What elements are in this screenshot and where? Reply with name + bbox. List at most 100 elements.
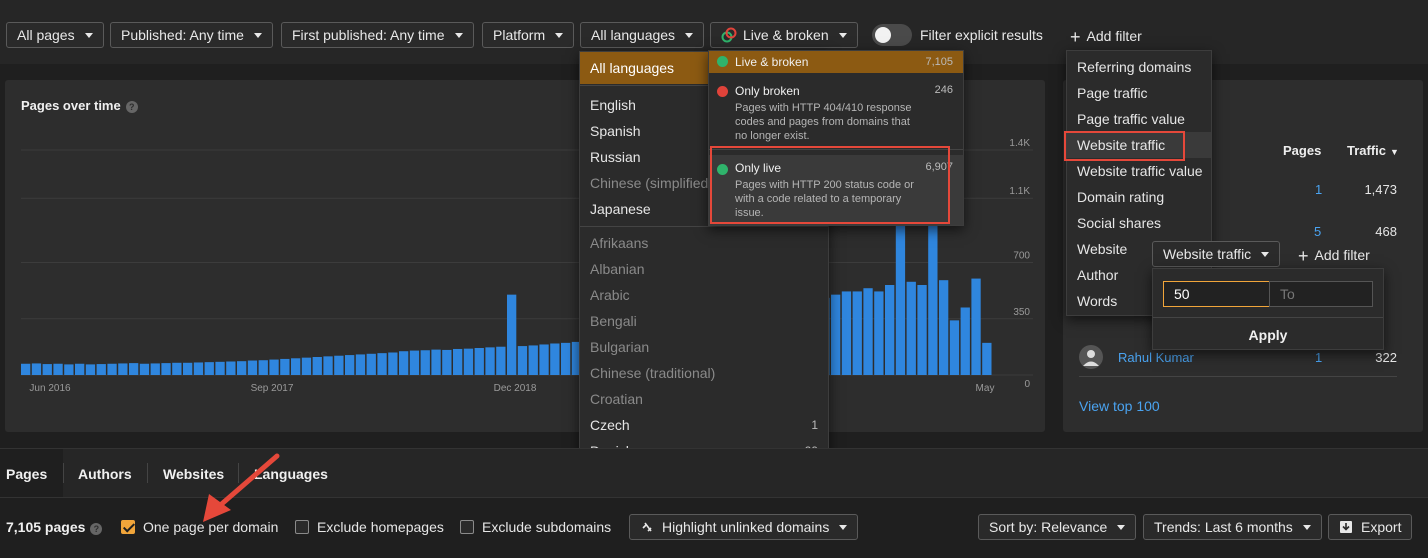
exclude-homepages-label[interactable]: Exclude homepages	[317, 519, 444, 535]
chart-bar[interactable]	[193, 362, 204, 375]
chart-bar[interactable]	[463, 348, 474, 375]
chart-bar[interactable]	[420, 350, 430, 375]
chart-bar[interactable]	[388, 352, 398, 376]
chart-bar[interactable]	[107, 363, 117, 375]
chart-bar[interactable]	[982, 342, 992, 375]
chart-bar[interactable]	[237, 361, 247, 375]
tab-authors[interactable]: Authors	[78, 466, 132, 482]
add-filter-button[interactable]: + Add filter	[1070, 27, 1142, 48]
chart-bar[interactable]	[453, 348, 463, 375]
col-pages-header[interactable]: Pages	[1283, 143, 1321, 158]
col-traffic-header[interactable]: Traffic ▼	[1347, 143, 1399, 158]
chart-bar[interactable]	[161, 363, 171, 375]
chart-bar[interactable]	[377, 353, 387, 375]
chart-bar[interactable]	[366, 353, 376, 375]
chart-bar[interactable]	[64, 364, 74, 375]
chart-bar[interactable]	[247, 360, 258, 375]
chart-bar[interactable]	[485, 347, 495, 375]
language-option[interactable]: Croatian	[580, 386, 828, 412]
chart-bar[interactable]	[852, 291, 862, 375]
language-option[interactable]: Czech 1	[580, 412, 828, 438]
chart-bar[interactable]	[21, 363, 31, 375]
from-input[interactable]: 50	[1163, 281, 1270, 307]
website-traffic-dropdown[interactable]: Website traffic	[1152, 241, 1281, 267]
row-pages[interactable]: 5	[1314, 224, 1321, 239]
chart-bar[interactable]	[971, 278, 981, 375]
chart-bar[interactable]	[399, 351, 409, 375]
trends-dropdown[interactable]: Trends: Last 6 months	[1143, 514, 1322, 540]
chart-bar[interactable]	[75, 363, 85, 375]
first-published-dropdown[interactable]: First published: Any time	[281, 22, 474, 48]
chart-bar[interactable]	[841, 291, 852, 375]
language-option[interactable]: Chinese (traditional)	[580, 360, 828, 386]
add-filter-option[interactable]: Referring domains	[1067, 54, 1211, 80]
chart-bar[interactable]	[204, 362, 214, 375]
chart-bar[interactable]	[885, 285, 895, 375]
add-filter-option[interactable]: Page traffic	[1067, 80, 1211, 106]
chart-bar[interactable]	[496, 346, 506, 375]
chart-bar[interactable]	[323, 356, 333, 375]
highlight-unlinked-dropdown[interactable]: Highlight unlinked domains	[629, 514, 859, 540]
author-link[interactable]: Rahul Kumar	[1118, 350, 1194, 365]
all-pages-dropdown[interactable]: All pages	[6, 22, 104, 48]
exclude-subdomains-label[interactable]: Exclude subdomains	[482, 519, 611, 535]
chart-bar[interactable]	[474, 348, 484, 375]
explicit-toggle[interactable]	[872, 24, 912, 46]
chart-bar[interactable]	[269, 359, 279, 375]
chart-bar[interactable]	[917, 285, 927, 375]
chart-bar[interactable]	[442, 349, 452, 375]
chart-bar[interactable]	[431, 349, 441, 375]
languages-dropdown[interactable]: All languages	[580, 22, 705, 48]
status-option-only-broken[interactable]: Only broken 246 Pages with HTTP 404/410 …	[709, 84, 963, 144]
exclude-homepages-checkbox[interactable]	[295, 520, 309, 534]
chart-bar[interactable]	[874, 291, 884, 375]
language-option[interactable]: Bulgarian	[580, 334, 828, 360]
apply-button[interactable]: Apply	[1153, 327, 1383, 343]
chart-bar[interactable]	[517, 346, 528, 375]
chart-bar[interactable]	[561, 342, 571, 375]
chart-bar[interactable]	[334, 355, 344, 375]
chart-bar[interactable]	[312, 357, 322, 375]
help-icon[interactable]: ?	[90, 523, 103, 535]
chart-bar[interactable]	[291, 358, 301, 375]
chart-bar[interactable]	[215, 361, 225, 375]
chart-bar[interactable]	[150, 363, 160, 375]
chart-bar[interactable]	[345, 355, 355, 375]
chart-bar[interactable]	[906, 281, 916, 375]
chart-bar[interactable]	[53, 363, 63, 375]
chart-bar[interactable]	[183, 362, 193, 375]
chart-bar[interactable]	[31, 363, 42, 375]
chart-bar[interactable]	[409, 350, 420, 375]
language-option[interactable]: Bengali	[580, 308, 828, 334]
chart-bar[interactable]	[85, 364, 96, 375]
add-filter-button-secondary[interactable]: + Add filter	[1298, 246, 1370, 267]
sort-dropdown[interactable]: Sort by: Relevance	[978, 514, 1137, 540]
chart-bar[interactable]	[960, 307, 970, 376]
row-pages[interactable]: 1	[1315, 182, 1322, 197]
language-option[interactable]: Arabic	[580, 282, 828, 308]
chart-bar[interactable]	[258, 360, 268, 375]
chart-bar[interactable]	[118, 363, 128, 375]
chart-bar[interactable]	[507, 294, 517, 375]
tab-pages[interactable]: Pages	[6, 466, 47, 482]
chart-bar[interactable]	[129, 363, 139, 375]
language-option[interactable]: Afrikaans	[580, 230, 828, 256]
chart-bar[interactable]	[863, 288, 873, 375]
one-per-domain-checkbox[interactable]	[121, 520, 135, 534]
platform-dropdown[interactable]: Platform	[482, 22, 575, 48]
add-filter-option[interactable]: Website traffic value	[1067, 158, 1211, 184]
view-top-link[interactable]: View top 100	[1079, 398, 1160, 414]
language-option[interactable]: Albanian	[580, 256, 828, 282]
chart-bar[interactable]	[172, 362, 182, 375]
chart-bar[interactable]	[831, 294, 841, 375]
published-dropdown[interactable]: Published: Any time	[110, 22, 273, 48]
chart-bar[interactable]	[528, 345, 538, 375]
chart-bar[interactable]	[550, 343, 560, 376]
chart-bar[interactable]	[539, 344, 549, 375]
to-input[interactable]: To	[1269, 281, 1373, 307]
chart-bar[interactable]	[949, 320, 960, 375]
chart-bar[interactable]	[226, 361, 236, 376]
chart-bar[interactable]	[42, 364, 52, 375]
status-dropdown[interactable]: Live & broken	[710, 22, 858, 48]
export-button[interactable]: Export	[1328, 514, 1413, 540]
